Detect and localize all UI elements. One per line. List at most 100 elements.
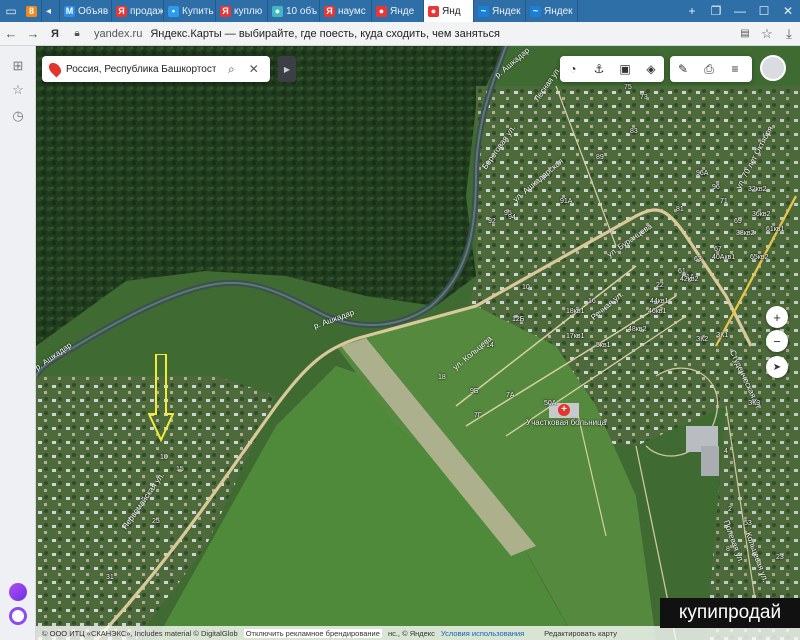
house-number-label: 89 — [596, 154, 604, 161]
tab-favicon: ● — [428, 5, 439, 17]
house-number-label: 14 — [486, 342, 494, 349]
layers-icon[interactable]: ◈ — [638, 56, 664, 82]
url-domain[interactable]: yandex.ru — [94, 28, 142, 40]
house-number-label: 95 — [504, 210, 512, 217]
search-icon[interactable]: ⌕ — [228, 62, 235, 77]
house-number-label: 50А — [544, 400, 557, 407]
house-number-label: 42кв2 — [680, 276, 699, 283]
house-number-label: 92 — [488, 218, 496, 225]
ruler-icon[interactable]: ✎ — [670, 56, 696, 82]
print-icon[interactable]: ⎙ — [696, 56, 722, 82]
tab-favicon: Я — [116, 5, 127, 17]
page-title[interactable]: Яндекс.Карты — выбирайте, где поесть, ку… — [150, 28, 500, 40]
house-number-label: ЗК2 — [696, 336, 709, 343]
house-number-label: 18кв1 — [566, 308, 585, 315]
search-input[interactable]: Россия, Республика Башкортостан, — [66, 64, 216, 75]
house-number-label: 38кв2 — [736, 230, 755, 237]
house-number-label: 96 — [712, 184, 720, 191]
browser-tab[interactable]: ● Янд — [424, 0, 474, 22]
browser-tab[interactable]: Янаумс — [320, 0, 372, 22]
browser-sidebar: ⊞ ☆ ◷ — [0, 46, 36, 640]
tab-favicon: М — [64, 5, 75, 17]
geolocation-button[interactable]: ➤ — [766, 356, 788, 378]
browser-tab-strip: ▭ 8 ◂ М Объяв Япродаж • Купить Якуплю ● 10 объ Я… — [0, 0, 800, 22]
browser-tab[interactable]: • Купить — [164, 0, 216, 22]
tab-label: Объяв — [78, 5, 109, 17]
tab-manager-icon[interactable]: ❐ — [704, 0, 728, 22]
house-number-label: 25 — [152, 518, 160, 525]
house-number-label: 18 — [438, 374, 446, 381]
download-icon[interactable]: ⤓ — [778, 22, 800, 46]
house-number-label: 46кв1 — [648, 308, 667, 315]
edit-map-link[interactable]: Редактировать карту — [544, 629, 617, 638]
new-tab-button[interactable]: + — [680, 0, 704, 22]
tab-label: Янде — [390, 5, 415, 17]
map-imagery — [36, 46, 800, 640]
tab-label: Янд — [442, 5, 461, 17]
bookmark-icon[interactable]: ☆ — [756, 22, 778, 46]
house-number-label: 10 — [522, 284, 530, 291]
user-avatar[interactable] — [760, 55, 786, 81]
house-number-label: 65кв2 — [750, 254, 769, 261]
house-number-label: 4 — [724, 448, 728, 455]
map-search-box[interactable]: Россия, Республика Башкортостан, ⌕ ✕ — [42, 56, 270, 82]
maximize-button[interactable]: ☐ — [752, 0, 776, 22]
house-number-label: 48кв2 — [628, 326, 647, 333]
yandex-home-icon[interactable]: Я — [44, 22, 66, 46]
house-number-label: 5кв1 — [596, 342, 611, 349]
tab-favicon: Я — [220, 5, 231, 17]
apps-grid-icon[interactable]: ⊞ — [8, 56, 28, 76]
browser-tab[interactable]: Якуплю — [216, 0, 268, 22]
house-number-label: 73 — [640, 94, 648, 101]
browser-tab[interactable]: ● Янде — [372, 0, 424, 22]
browser-tab[interactable]: Япродаж — [112, 0, 164, 22]
house-number-label: 8 — [726, 546, 730, 553]
terms-link[interactable]: Условия использования — [441, 629, 524, 638]
house-number-label: 83 — [630, 128, 638, 135]
house-number-label: 22 — [656, 282, 664, 289]
zoom-in-button[interactable]: + — [766, 306, 788, 328]
forward-button[interactable]: → — [22, 22, 44, 46]
speaker-icon: ◂ — [46, 5, 52, 17]
back-button[interactable]: ← — [0, 22, 22, 46]
satellite-map[interactable]: р. Ашкадар р. Ашкадар р. Ашкадар Берегов… — [36, 46, 800, 640]
alice-icon[interactable] — [9, 583, 27, 601]
favorites-star-icon[interactable]: ☆ — [8, 80, 28, 100]
browser-tab[interactable]: ● 10 объ — [268, 0, 320, 22]
tab-label: продаж — [130, 5, 164, 17]
map-footer: © ООО ИТЦ «СКАНЭКС», Includes material ©… — [36, 626, 800, 640]
disable-branding-link[interactable]: Отключить рекламное брендирование — [243, 628, 382, 638]
tab-favicon: ~ — [530, 5, 541, 17]
minimize-button[interactable]: — — [728, 0, 752, 22]
browser-tab[interactable]: М Объяв — [60, 0, 112, 22]
zoom-out-button[interactable]: − — [766, 330, 788, 352]
collapse-panel-button[interactable]: ▶ — [278, 56, 296, 82]
house-number-label: 23 — [776, 554, 784, 561]
hospital-marker-icon[interactable]: + — [558, 404, 570, 416]
house-number-label: 32кв2 — [748, 186, 767, 193]
house-number-label: 17кв1 — [566, 333, 585, 340]
house-number-label: 67 — [714, 246, 722, 253]
house-number-label: ЗК3 — [748, 400, 761, 407]
alice-voice-icon[interactable] — [9, 607, 27, 625]
reader-icon[interactable]: ▤ — [734, 22, 756, 46]
map-layers-toolbar: ◔ ⚓︎ ▣ ◈ — [560, 56, 664, 82]
traffic-icon[interactable]: ◔ — [560, 56, 586, 82]
tabs-panel-icon[interactable]: ▭ — [0, 0, 22, 22]
tab-first[interactable]: 8 — [22, 0, 42, 22]
panorama-icon[interactable]: ⚓︎ — [586, 56, 612, 82]
close-window-button[interactable]: ✕ — [776, 0, 800, 22]
browser-tab[interactable]: ~ Яндек — [474, 0, 526, 22]
tab-favicon: ● — [376, 5, 387, 17]
tab-label: Яндек — [544, 5, 573, 17]
tab-sound[interactable]: ◂ — [42, 0, 60, 22]
house-number-label: 61 — [678, 268, 686, 275]
clear-search-icon[interactable]: ✕ — [249, 62, 259, 76]
history-clock-icon[interactable]: ◷ — [8, 106, 28, 126]
browser-tab[interactable]: ~ Яндек — [526, 0, 578, 22]
house-number-label: 96А — [696, 170, 709, 177]
transport-icon[interactable]: ▣ — [612, 56, 638, 82]
house-number-label: 53 — [744, 520, 752, 527]
menu-icon[interactable]: ≡ — [722, 56, 748, 82]
map-tools-toolbar: ✎ ⎙ ≡ — [670, 56, 752, 82]
